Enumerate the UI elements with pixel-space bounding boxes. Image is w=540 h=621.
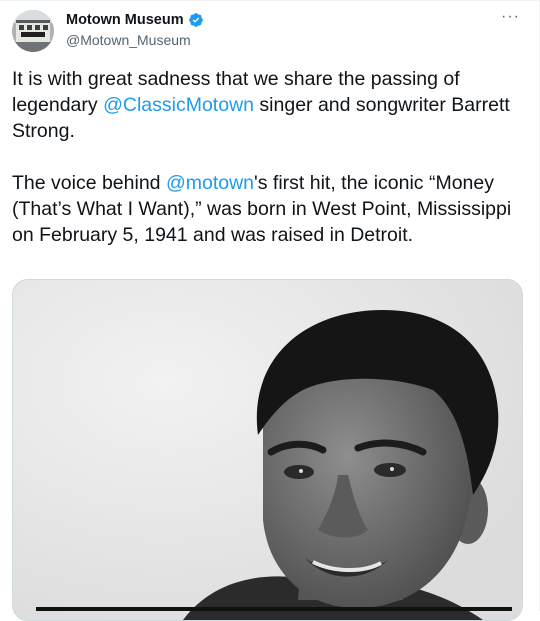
portrait-photo-image	[13, 280, 522, 620]
museum-building-icon	[12, 10, 54, 52]
mention-motown[interactable]: @motown	[166, 172, 254, 194]
author-handle[interactable]: @Motown_Museum	[66, 31, 204, 49]
author-display-name[interactable]: Motown Museum	[66, 11, 184, 29]
tweet-paragraph-2: The voice behind @motown's first hit, th…	[12, 170, 522, 248]
author-avatar[interactable]	[12, 10, 54, 52]
bottom-edge-bar	[36, 607, 512, 611]
tweet-photo[interactable]	[12, 279, 523, 621]
author-info: Motown Museum @Motown_Museum	[66, 11, 204, 49]
text-segment: The voice behind	[12, 172, 166, 194]
mention-classicmotown[interactable]: @ClassicMotown	[103, 94, 254, 116]
more-options-icon[interactable]: ···	[501, 8, 520, 26]
tweet-text: It is with great sadness that we share t…	[12, 66, 522, 248]
tweet-paragraph-1: It is with great sadness that we share t…	[12, 66, 522, 144]
top-divider	[0, 0, 540, 1]
verified-badge-icon	[188, 13, 203, 27]
